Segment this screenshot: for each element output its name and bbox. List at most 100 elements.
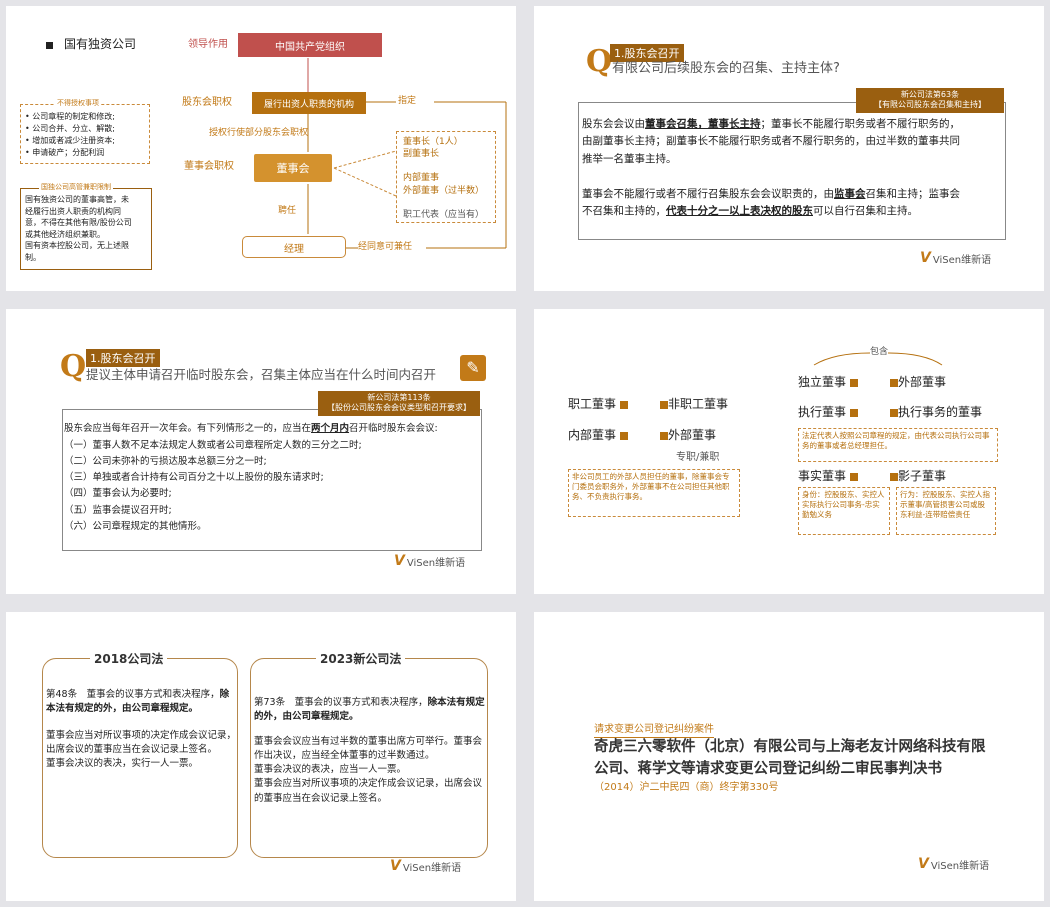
- t2018a: 第48条 董事会的议事方式和表决程序，: [46, 689, 220, 700]
- t2023a: 第73条 董事会的议事方式和表决程序，: [254, 697, 428, 708]
- law-ref-line-1: 新公司法第63条: [900, 90, 960, 99]
- p1b: 董事会召集，董事长主持: [645, 118, 761, 130]
- not-authorized-item: • 申请破产；分配利润: [25, 148, 105, 157]
- p1d: 由副董事长主持；副董事长不能履行职务或者不履行职务的，由过半数的董事共同: [582, 135, 960, 148]
- case-number: （2014）沪二中民四（商）终字第330号: [594, 782, 779, 793]
- label-concurrent: 经同意可兼任: [358, 242, 413, 252]
- p1c: ；董事长不能履行职务或者不履行职务的，: [760, 118, 961, 130]
- bullet-square: [46, 42, 53, 49]
- situation-item: （四）董事会认为必要时;: [64, 488, 172, 500]
- independent-director: 独立董事: [798, 375, 858, 390]
- board-composition-list: 董事长（1人） 副董事长 内部董事 外部董事（过半数） 职工代表（应当有）: [403, 136, 489, 221]
- restriction-line: 意，不得在其他有限/股份公司: [25, 218, 132, 228]
- board-box[interactable]: 董事会: [254, 154, 332, 182]
- t2023d: 董事会决议的表决，应当一人一票。: [254, 764, 407, 775]
- p2f: 可以自行召集和主持。: [813, 205, 918, 218]
- text-2023: 第73条 董事会的议事方式和表决程序，除本法有规定的外，由公司章程规定。 董事会…: [254, 696, 486, 806]
- question: 有限公司后续股东会的召集、主持主体?: [612, 61, 840, 76]
- t2018c: 董事会应当对所议事项的决定作成会议记录，出席会议的董事应当在会议记录上签名。: [46, 729, 237, 755]
- bullet-title: 国有独资公司: [64, 37, 137, 51]
- logo: V ViSen维新语: [920, 250, 992, 266]
- not-authorized-title: 不得授权事项: [55, 99, 101, 108]
- party-organization-label: 中国共产党组织: [275, 41, 345, 53]
- restriction-line: 制。: [25, 252, 41, 262]
- board-composition-item: 职工代表（应当有）: [403, 209, 485, 220]
- identity-note-text: 身份：控股股东、实控人实际执行公司事务-忠实勤勉义务: [802, 490, 885, 520]
- p2d: 不召集和主持的，: [582, 205, 666, 218]
- label-board-power: 董事会职权: [184, 161, 234, 172]
- executive-director: 执行董事: [798, 405, 858, 420]
- logo: V ViSen维新语: [918, 856, 990, 872]
- p1a: 股东会会议由: [582, 118, 645, 130]
- q-mark: Q: [586, 44, 613, 79]
- title-2023: 2023新公司法: [316, 650, 406, 667]
- board-composition-item: 董事长（1人）: [403, 137, 463, 147]
- p2a: 董事会不能履行或者不履行召集股东会会议职责的，由: [582, 188, 834, 200]
- restriction-line: 或其他经济组织兼职。: [25, 229, 105, 239]
- law-ref-line-2: 【有限公司股东会召集和主持】: [874, 100, 986, 110]
- text-2018: 第48条 董事会的议事方式和表决程序，除本法有规定的外，由公司章程规定。 董事会…: [46, 688, 236, 771]
- case-title-line2: 公司、蒋学文等请求变更公司登记纠纷二审民事判决书: [594, 761, 942, 777]
- restriction-title: 国独公司高管兼职限制: [39, 183, 113, 192]
- slide-temporary-meeting[interactable]: Q 1.股东会召开 提议主体申请召开临时股东会，召集主体应当在什么时间内召开 ✎…: [6, 309, 516, 594]
- p2b: 监事会: [834, 188, 866, 200]
- logo: V ViSen维新语: [394, 553, 466, 569]
- question: 提议主体申请召开临时股东会，召集主体应当在什么时间内召开: [86, 367, 437, 382]
- board-composition-item: 内部董事: [403, 173, 440, 184]
- law-ref: 新公司法第113条 【股份公司股东会会议类型和召开要求】: [318, 391, 480, 416]
- q-tag: 1.股东会召开: [610, 44, 684, 62]
- not-authorized-item: • 增加或者减少注册资本;: [25, 136, 115, 145]
- investor-agency-box[interactable]: 履行出资人职责的机构: [252, 92, 366, 114]
- q-tag: 1.股东会召开: [86, 349, 160, 367]
- situation-item: （五）监事会提议召开时;: [64, 504, 172, 516]
- law-ref-line-1: 新公司法第113条: [367, 393, 431, 402]
- slide-case-title[interactable]: 请求变更公司登记纠纷案件 奇虎三六零软件（北京）有限公司与上海老友计网络科技有限…: [534, 612, 1044, 901]
- situation-item: （一）董事人数不足本法规定人数或者公司章程所定人数的三分之二时;: [64, 440, 362, 451]
- law-ref: 新公司法第63条 【有限公司股东会召集和主持】: [856, 88, 1004, 113]
- q-mark: Q: [60, 349, 87, 384]
- slide-shareholder-meeting-convening[interactable]: Q 1.股东会召开 有限公司后续股东会的召集、主持主体? 新公司法第63条 【有…: [534, 6, 1044, 291]
- situation-item: （二）公司未弥补的亏损达股本总额三分之一时;: [64, 456, 267, 468]
- exec-note: 法定代表人按照公司章程的规定，由代表公司执行公司事务的董事或者总经理担任。: [798, 428, 998, 462]
- case-tag: 请求变更公司登记纠纷案件: [594, 724, 714, 738]
- restriction-box: 国独公司高管兼职限制 国有独资公司的董事高管，未 经履行出资人职责的机构同 意，不得…: [20, 183, 152, 270]
- board-composition-item: 副董事长: [403, 149, 440, 160]
- label-lead: 领导作用: [188, 39, 228, 50]
- case-title-line1: 奇虎三六零软件（北京）有限公司与上海老友计网络科技有限: [594, 739, 986, 755]
- p1e: 推举一名董事主持。: [582, 152, 677, 165]
- label-hire: 聘任: [278, 206, 297, 216]
- not-authorized-box: 不得授权事项 • 公司章程的制定和修改; • 公司合并、分立、解散; • 增加或者减…: [20, 99, 150, 164]
- intro: 股东会应当每年召开一次年会。有下列情形之一的，应当在两个月内召开临时股东会会议:: [64, 421, 438, 437]
- include-label: 包含: [870, 347, 889, 357]
- external-director-2: 外部董事: [890, 375, 946, 390]
- intro-b: 两个月内: [311, 423, 350, 434]
- manager-box[interactable]: 经理: [242, 236, 346, 258]
- restriction-line: 国有资本控股公司，无上述限: [25, 241, 129, 251]
- investor-agency-label: 履行出资人职责的机构: [263, 99, 354, 110]
- slide-law-comparison[interactable]: 2018公司法 第48条 董事会的议事方式和表决程序，除本法有规定的外，由公司章…: [6, 612, 516, 901]
- title-2018: 2018公司法: [90, 650, 168, 667]
- manager-label: 经理: [284, 243, 304, 255]
- p2e: 代表十分之一以上表决权的股东: [666, 205, 813, 218]
- t2023e: 董事会应当对所议事项的决定作成会议记录，出席会议的董事应当在会议记录上签名。: [254, 778, 483, 804]
- situation-item: （三）单独或者合计持有公司百分之十以上股份的股东请求时;: [64, 472, 324, 484]
- board-composition-item: 外部董事（过半数）: [403, 185, 485, 196]
- not-authorized-list: • 公司章程的制定和修改; • 公司合并、分立、解散; • 增加或者减少注册资本; •…: [25, 111, 145, 159]
- board-composition-item: [403, 197, 489, 209]
- board-composition-item: [403, 160, 489, 172]
- slide-state-owned-company[interactable]: 国有独资公司 领导作用 中国共产党组织 股东会职权 履行出资人职责的机构 指定 …: [6, 6, 516, 291]
- situation-item: （六）公司章程规定的其他情形。: [64, 520, 207, 532]
- paragraph-1: 股东会会议由董事会召集，董事长主持；董事长不能履行职务或者不履行职务的， 由副董…: [582, 116, 1006, 168]
- situations-list: （一）董事人数不足本法规定人数或者公司章程所定人数的三分之二时; （二）公司未弥补…: [64, 438, 362, 535]
- not-authorized-item: • 公司章程的制定和修改;: [25, 112, 115, 121]
- board-composition-box: 董事长（1人） 副董事长 内部董事 外部董事（过半数） 职工代表（应当有）: [396, 131, 496, 223]
- label-authorize: 授权行使部分股东会职权: [209, 128, 309, 138]
- party-organization-box[interactable]: 中国共产党组织: [238, 33, 382, 57]
- intro-a: 股东会应当每年召开一次年会。有下列情形之一的，应当在: [64, 423, 312, 434]
- exec-note-text: 法定代表人按照公司章程的规定，由代表公司执行公司事务的董事或者总经理担任。: [802, 431, 990, 451]
- slide-director-types[interactable]: 职工董事 非职工董事 内部董事 外部董事 专职/兼职 非公司员工的外部人员担任的…: [534, 309, 1044, 594]
- t2018d: 董事会决议的表决，实行一人一票。: [46, 758, 199, 769]
- intro-c: 召开临时股东会会议:: [349, 423, 438, 434]
- identity-note: 身份：控股股东、实控人实际执行公司事务-忠实勤勉义务: [798, 487, 890, 535]
- restriction-line: 国有独资公司的董事高管，未: [25, 195, 129, 204]
